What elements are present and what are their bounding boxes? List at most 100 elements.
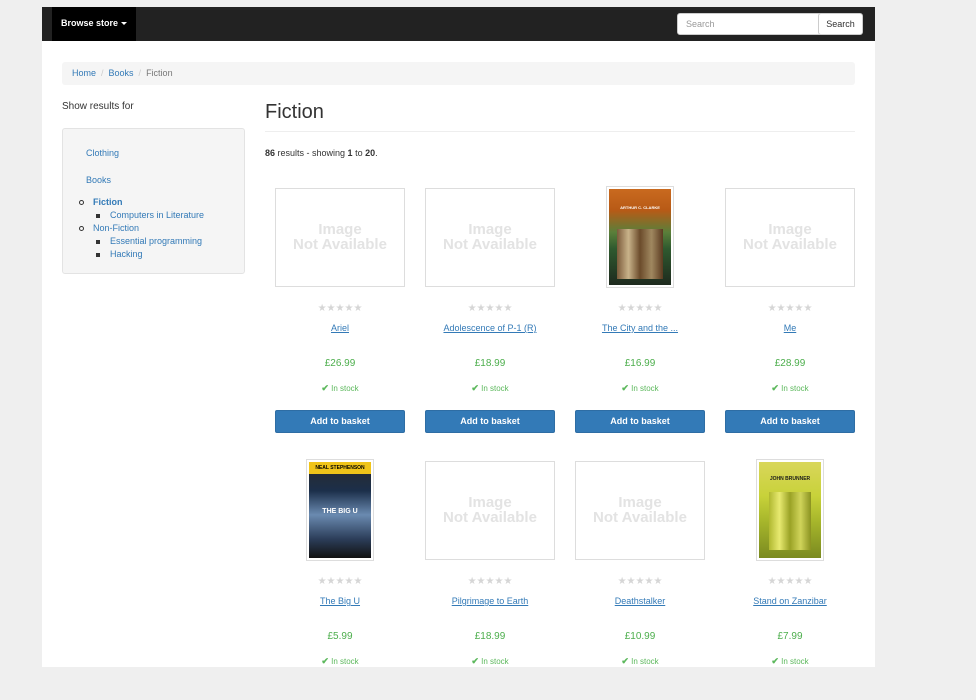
breadcrumb-home[interactable]: Home	[72, 68, 96, 78]
page-title: Fiction	[265, 101, 324, 123]
product-image[interactable]: Image Not Available	[725, 187, 855, 287]
product-card: NEAL STEPHENSON THE BIG U ★★★★★ The Big …	[275, 459, 405, 700]
range-period: .	[375, 148, 378, 158]
image-not-available: Image Not Available	[275, 187, 405, 287]
product-card: Image Not Available ★★★★★ Deathstalker £1…	[575, 460, 705, 700]
add-to-basket-button[interactable]: Add to basket	[275, 410, 405, 433]
stock-label: In stock	[331, 384, 359, 393]
product-image[interactable]: Image Not Available	[575, 460, 705, 560]
check-icon: ✔	[471, 383, 479, 393]
image-not-available: Image Not Available	[575, 460, 705, 560]
sidebar-item-computers-in-literature[interactable]: Computers in Literature	[110, 210, 204, 220]
image-na-line2: Not Available	[443, 236, 537, 253]
product-title[interactable]: Pilgrimage to Earth	[425, 596, 555, 606]
cover-text: JOHN BRUNNER	[769, 476, 811, 482]
search-button[interactable]: Search	[818, 13, 863, 35]
check-icon: ✔	[321, 383, 329, 393]
square-bullet-icon	[96, 253, 100, 257]
add-to-basket-button[interactable]: Add to basket	[425, 410, 555, 433]
list-item: Fiction	[79, 196, 204, 209]
stock-status: ✔ In stock	[275, 383, 405, 394]
sidebar-item-fiction[interactable]: Fiction	[93, 197, 123, 207]
product-title[interactable]: Adolescence of P-1 (R)	[425, 323, 555, 333]
product-price: £18.99	[474, 631, 506, 642]
star-rating-icon: ★★★★★	[767, 576, 813, 587]
product-price: £18.99	[474, 358, 506, 369]
square-bullet-icon	[96, 240, 100, 244]
sidebar-item-non-fiction[interactable]: Non-Fiction	[93, 223, 139, 233]
image-na-line1: Image	[468, 221, 512, 238]
category-list: Fiction Computers in Literature Non-Fict…	[79, 196, 204, 261]
sidebar-item-essential-programming[interactable]: Essential programming	[110, 236, 202, 246]
product-image[interactable]: ARTHUR C. CLARKE	[575, 186, 705, 288]
list-item: Computers in Literature	[79, 209, 204, 222]
page: Browse store Search Home / Books / Fiction S…	[42, 7, 875, 667]
image-na-line1: Image	[318, 221, 362, 238]
results-count: 86	[265, 148, 276, 158]
image-not-available: Image Not Available	[725, 187, 855, 287]
book-cover: NEAL STEPHENSON THE BIG U	[306, 459, 374, 561]
check-icon: ✔	[771, 383, 779, 393]
sidebar-item-books[interactable]: Books	[86, 175, 111, 185]
product-title[interactable]: The City and the ...	[575, 323, 705, 333]
browse-store-button[interactable]: Browse store	[52, 7, 136, 41]
star-rating-icon: ★★★★★	[467, 303, 513, 314]
sidebar-item-hacking[interactable]: Hacking	[110, 249, 143, 259]
results-summary: 86 results - showing 1 to 20.	[265, 148, 378, 158]
product-price: £10.99	[624, 631, 656, 642]
product-title[interactable]: The Big U	[275, 596, 405, 606]
image-na-line2: Not Available	[293, 236, 387, 253]
search-input[interactable]	[677, 13, 823, 35]
image-na-line2: Not Available	[743, 236, 837, 253]
product-title[interactable]: Me	[725, 323, 855, 333]
product-card: Image Not Available ★★★★★ Ariel £26.99 ✔ …	[275, 187, 405, 433]
product-price: £16.99	[624, 358, 656, 369]
product-card: JOHN BRUNNER ★★★★★ Stand on Zanzibar £7.…	[725, 459, 855, 700]
check-icon: ✔	[321, 656, 329, 666]
cover-text: ARTHUR C. CLARKE	[620, 205, 660, 210]
star-rating-icon: ★★★★★	[317, 303, 363, 314]
sidebar-heading: Show results for	[62, 101, 134, 112]
product-title[interactable]: Ariel	[275, 323, 405, 333]
circle-bullet-icon	[79, 226, 84, 231]
stock-status: ✔ In stock	[575, 383, 705, 394]
stock-status: ✔ In stock	[425, 383, 555, 394]
product-image[interactable]: NEAL STEPHENSON THE BIG U	[275, 459, 405, 561]
add-to-basket-button[interactable]: Add to basket	[725, 410, 855, 433]
image-na-line2: Not Available	[593, 509, 687, 526]
results-text: results - showing	[275, 148, 348, 158]
breadcrumb-current: Fiction	[146, 68, 173, 78]
star-rating-icon: ★★★★★	[467, 576, 513, 587]
circle-bullet-icon	[79, 200, 84, 205]
stock-label: In stock	[631, 384, 659, 393]
product-image[interactable]: Image Not Available	[425, 460, 555, 560]
check-icon: ✔	[621, 656, 629, 666]
cover-author: NEAL STEPHENSON	[309, 462, 371, 474]
breadcrumb-books[interactable]: Books	[109, 68, 134, 78]
product-image[interactable]: JOHN BRUNNER	[725, 459, 855, 561]
list-item: Non-Fiction	[79, 222, 204, 235]
list-item: Essential programming	[79, 235, 204, 248]
image-na-line2: Not Available	[443, 509, 537, 526]
product-card: ARTHUR C. CLARKE ★★★★★ The City and the …	[575, 186, 705, 433]
square-bullet-icon	[96, 214, 100, 218]
product-card: Image Not Available ★★★★★ Pilgrimage to E…	[425, 460, 555, 700]
category-sidebar: Clothing Books Fiction Computers in Lite…	[62, 128, 245, 274]
product-title[interactable]: Deathstalker	[575, 596, 705, 606]
navbar: Browse store Search	[42, 7, 875, 41]
breadcrumb: Home / Books / Fiction	[62, 62, 855, 85]
star-rating-icon: ★★★★★	[767, 303, 813, 314]
browse-store-label: Browse store	[60, 18, 119, 28]
stock-label: In stock	[781, 384, 809, 393]
range-end: 20	[365, 148, 376, 158]
product-image[interactable]: Image Not Available	[275, 187, 405, 287]
product-title[interactable]: Stand on Zanzibar	[725, 596, 855, 606]
add-to-basket-button[interactable]: Add to basket	[575, 410, 705, 433]
title-divider	[265, 131, 855, 132]
product-image[interactable]: Image Not Available	[425, 187, 555, 287]
stock-status: ✔ In stock	[725, 383, 855, 394]
book-cover: JOHN BRUNNER	[756, 459, 824, 561]
sidebar-item-clothing[interactable]: Clothing	[86, 148, 119, 158]
product-card: Image Not Available ★★★★★ Adolescence of …	[425, 187, 555, 433]
cover-text: THE BIG U	[322, 508, 358, 515]
